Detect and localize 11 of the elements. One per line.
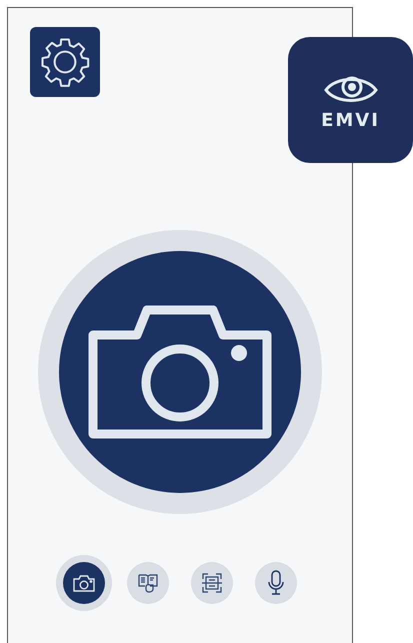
mode-button[interactable] (127, 562, 169, 604)
microphone-icon (268, 570, 284, 596)
camera-icon (73, 574, 95, 592)
camera-icon (88, 305, 272, 439)
mode-button[interactable] (191, 562, 233, 604)
logo-text: EMVI (321, 110, 380, 130)
book-hand-icon (138, 573, 158, 593)
mode-button[interactable] (255, 562, 297, 604)
settings-button[interactable] (30, 27, 100, 97)
scan-frame-icon (202, 573, 222, 593)
mode-button[interactable] (63, 562, 105, 604)
